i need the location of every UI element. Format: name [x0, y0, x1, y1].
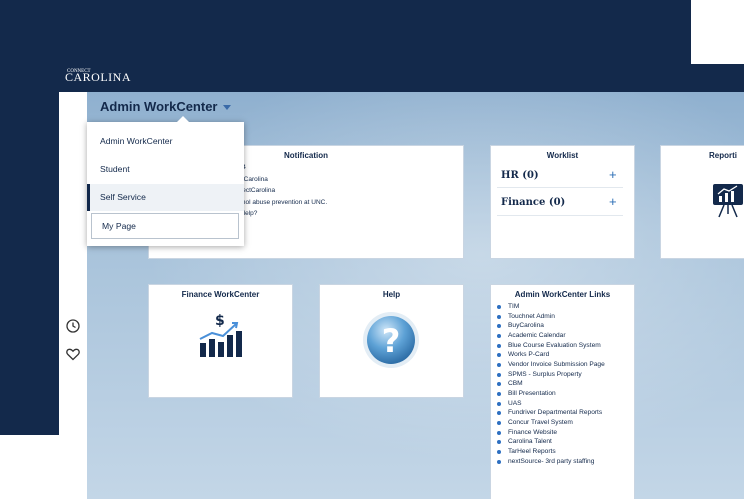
admin-link-tarheel-reports[interactable]: TarHeel Reports: [496, 447, 605, 457]
worklist-hr-expand-button[interactable]: +: [609, 167, 617, 182]
admin-link-cbm[interactable]: CBM: [496, 379, 605, 389]
reporting-title: Reporti: [709, 151, 737, 160]
admin-link-finance-website[interactable]: Finance Website: [496, 428, 605, 438]
admin-link-vendor-invoice[interactable]: Vendor Invoice Submission Page: [496, 360, 605, 370]
worklist-finance-expand-button[interactable]: +: [609, 194, 617, 209]
finance-workcenter-title: Finance WorkCenter: [181, 290, 260, 299]
dropdown-item-admin-workcenter[interactable]: Admin WorkCenter: [87, 128, 244, 155]
divider: [497, 215, 623, 216]
reporting-tile[interactable]: Reporti: [660, 145, 744, 259]
divider: [497, 187, 623, 188]
notification-list: 024 ectCarolina nnectCarolina cohol abus…: [235, 162, 327, 220]
help-title: Help: [382, 290, 401, 299]
admin-link-academic-calendar[interactable]: Academic Calendar: [496, 331, 605, 341]
admin-link-uas[interactable]: UAS: [496, 399, 605, 409]
page-title[interactable]: Admin WorkCenter: [100, 99, 218, 114]
workcenter-dropdown-menu: Admin WorkCenter Student Self Service My…: [87, 116, 244, 246]
svg-text:$: $: [215, 313, 225, 329]
admin-link-fundriver[interactable]: Fundriver Departmental Reports: [496, 408, 605, 418]
logo-small-text: CONNECT: [67, 69, 91, 74]
top-navbar: CONNECT CAROLINA: [59, 64, 744, 92]
reporting-presentation-icon: [713, 184, 743, 218]
chevron-down-icon[interactable]: [223, 105, 231, 110]
worklist-title: Worklist: [546, 151, 579, 160]
notification-item[interactable]: ectCarolina: [235, 174, 327, 186]
left-rail: [59, 92, 87, 499]
admin-link-concur[interactable]: Concur Travel System: [496, 418, 605, 428]
worklist-finance-label[interactable]: Finance (0): [501, 197, 565, 208]
admin-links-title: Admin WorkCenter Links: [514, 290, 611, 299]
connect-carolina-logo[interactable]: CONNECT CAROLINA: [65, 68, 131, 86]
notification-item[interactable]: n Help?: [235, 208, 327, 220]
svg-text:?: ?: [382, 322, 401, 360]
worklist-hr-label[interactable]: HR (0): [501, 170, 539, 181]
admin-link-carolina-talent[interactable]: Carolina Talent: [496, 437, 605, 447]
admin-link-nextsource[interactable]: nextSource- 3rd party staffing: [496, 457, 605, 467]
admin-link-bill-presentation[interactable]: Bill Presentation: [496, 389, 605, 399]
heart-icon[interactable]: [65, 346, 81, 362]
dropdown-item-student[interactable]: Student: [87, 156, 244, 183]
help-question-icon: ?: [363, 312, 419, 368]
clock-icon[interactable]: [65, 318, 81, 334]
worklist-tile: Worklist HR (0) + Finance (0) +: [490, 145, 635, 259]
admin-link-works-pcard[interactable]: Works P-Card: [496, 350, 605, 360]
finance-chart-icon: $: [199, 313, 242, 357]
notification-item[interactable]: 024: [235, 162, 327, 174]
admin-link-blue-course-eval[interactable]: Blue Course Evaluation System: [496, 341, 605, 351]
admin-link-tim[interactable]: TIM: [496, 302, 605, 312]
admin-links-tile: Admin WorkCenter Links TIM Touchnet Admi…: [490, 284, 635, 499]
admin-links-list: TIM Touchnet Admin BuyCarolina Academic …: [496, 302, 605, 466]
help-tile[interactable]: Help ?: [319, 284, 464, 398]
notification-item[interactable]: nnectCarolina: [235, 185, 327, 197]
finance-workcenter-tile[interactable]: Finance WorkCenter $: [148, 284, 293, 398]
admin-link-touchnet[interactable]: Touchnet Admin: [496, 312, 605, 322]
dropdown-item-self-service[interactable]: Self Service: [87, 184, 244, 211]
notification-item[interactable]: cohol abuse prevention at UNC.: [235, 197, 327, 209]
admin-link-buycarolina[interactable]: BuyCarolina: [496, 321, 605, 331]
admin-link-spms[interactable]: SPMS - Surplus Property: [496, 370, 605, 380]
dropdown-item-my-page[interactable]: My Page: [91, 213, 239, 239]
